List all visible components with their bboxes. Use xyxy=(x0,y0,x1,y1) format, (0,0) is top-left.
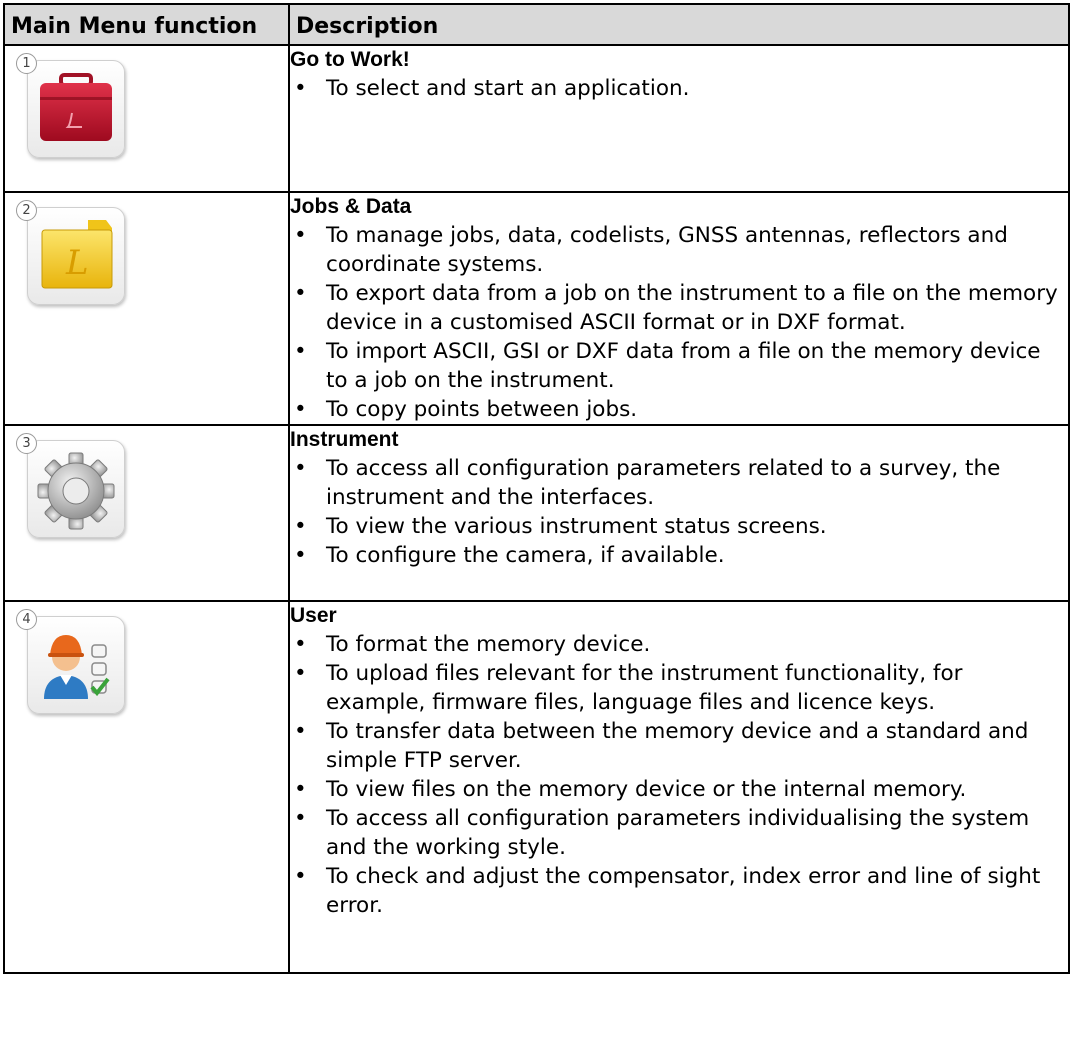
row-title: Instrument xyxy=(290,428,399,451)
user-tile[interactable] xyxy=(27,616,125,714)
table-header-row: Main Menu function Description xyxy=(3,3,1070,46)
description-cell: Go to Work! To select and start an appli… xyxy=(288,44,1070,193)
icon-cell: 1 xyxy=(3,44,290,193)
list-item: To upload files relevant for the instrum… xyxy=(290,659,1068,717)
description-cell: Instrument To access all configuration p… xyxy=(288,424,1070,602)
table-row: 3 Instrument To access all configuration… xyxy=(3,424,1070,602)
list-item: To transfer data between the memory devi… xyxy=(290,717,1068,775)
row-number-badge: 3 xyxy=(16,433,37,454)
list-item: To access all configuration parameters r… xyxy=(290,454,1068,512)
list-item: To export data from a job on the instrum… xyxy=(290,279,1068,337)
row-number-badge: 1 xyxy=(16,53,37,74)
gear-icon xyxy=(37,452,115,530)
list-item: To view the various instrument status sc… xyxy=(290,512,1068,541)
list-item: To view files on the memory device or th… xyxy=(290,775,1068,804)
row-title: Go to Work! xyxy=(290,48,410,71)
list-item: To access all configuration parameters i… xyxy=(290,804,1068,862)
folder-icon: L xyxy=(41,220,113,289)
list-item: To configure the camera, if available. xyxy=(290,541,1068,570)
row-number-badge: 2 xyxy=(16,200,37,221)
header-main-menu-function: Main Menu function xyxy=(3,3,290,46)
list-item: To import ASCII, GSI or DXF data from a … xyxy=(290,337,1068,395)
icon-cell: L 2 xyxy=(3,191,290,426)
toolbox-icon xyxy=(40,73,112,141)
list-item: To manage jobs, data, codelists, GNSS an… xyxy=(290,221,1068,279)
list-item: To select and start an application. xyxy=(290,74,1068,103)
table-row: 1 Go to Work! To select and start an app… xyxy=(3,44,1070,193)
svg-text:L: L xyxy=(65,243,89,283)
list-item: To copy points between jobs. xyxy=(290,395,1068,424)
bullet-list: To format the memory device. To upload f… xyxy=(290,630,1068,920)
user-icon xyxy=(44,635,110,699)
bullet-list: To access all configuration parameters r… xyxy=(290,454,1068,570)
icon-cell: 4 xyxy=(3,600,290,974)
description-cell: Jobs & Data To manage jobs, data, codeli… xyxy=(288,191,1070,426)
list-item: To check and adjust the compensator, ind… xyxy=(290,862,1068,920)
instrument-tile[interactable] xyxy=(27,440,125,538)
table-row: L 2 Jobs & Data To manage jobs, data, co… xyxy=(3,191,1070,426)
main-menu-table: Main Menu function Description 1 Go to W… xyxy=(3,3,1070,974)
table-row: 4 User To format the memory device. To u… xyxy=(3,600,1070,974)
icon-cell: 3 xyxy=(3,424,290,602)
row-title: Jobs & Data xyxy=(290,195,412,218)
description-cell: User To format the memory device. To upl… xyxy=(288,600,1070,974)
go-to-work-tile[interactable] xyxy=(27,60,125,158)
header-description: Description xyxy=(288,3,1070,46)
row-number-badge: 4 xyxy=(16,609,37,630)
row-title: User xyxy=(290,604,337,627)
bullet-list: To manage jobs, data, codelists, GNSS an… xyxy=(290,221,1068,424)
bullet-list: To select and start an application. xyxy=(290,74,1068,103)
list-item: To format the memory device. xyxy=(290,630,1068,659)
jobs-data-tile[interactable]: L xyxy=(27,207,125,305)
